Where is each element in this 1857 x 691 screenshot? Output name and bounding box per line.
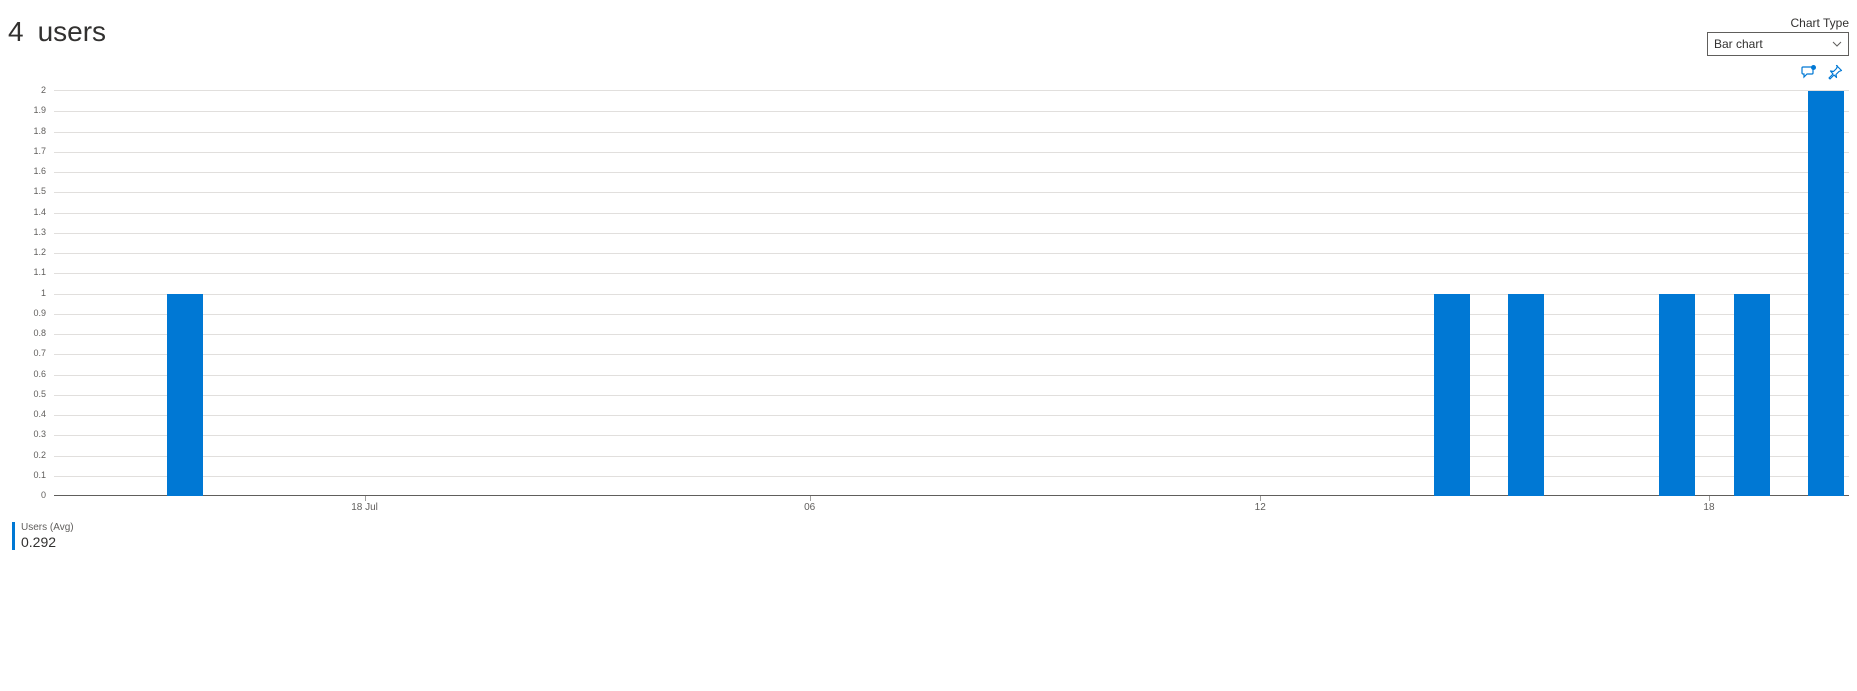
y-tick-label: 1.6 [33,166,46,176]
x-tick-mark [1260,496,1261,501]
y-tick-label: 1.2 [33,247,46,257]
legend-series-value: 0.292 [21,534,74,551]
y-tick-label: 0.7 [33,348,46,358]
y-tick-label: 0.1 [33,470,46,480]
gridline [54,354,1849,355]
x-tick-mark [810,496,811,501]
y-tick-label: 0 [41,490,46,500]
gridline [54,415,1849,416]
gridline [54,253,1849,254]
y-tick-label: 1.4 [33,207,46,217]
chart-bar[interactable] [1434,294,1470,497]
page-title: 4 users [8,16,106,48]
comment-icon[interactable] [1801,64,1817,80]
y-tick-label: 1.3 [33,227,46,237]
gridline [54,132,1849,133]
chart-type-select[interactable]: Bar chart [1707,32,1849,56]
gridline [54,395,1849,396]
gridline [54,233,1849,234]
y-tick-label: 0.6 [33,369,46,379]
x-axis: 18 Jul 06 12 18 [54,496,1849,518]
gridline [54,435,1849,436]
gridline [54,334,1849,335]
chart-bar[interactable] [1659,294,1695,497]
gridline [54,476,1849,477]
y-tick-label: 1.9 [33,105,46,115]
gridline [54,111,1849,112]
chart-bar[interactable] [1808,91,1844,496]
chart-bar[interactable] [1734,294,1770,497]
y-tick-label: 1 [41,288,46,298]
y-tick-label: 1.1 [33,267,46,277]
y-tick-label: 0.5 [33,389,46,399]
plot-area[interactable] [54,90,1849,496]
x-tick-label: 12 [1255,502,1266,513]
gridline [54,273,1849,274]
y-tick-label: 2 [41,85,46,95]
gridline [54,172,1849,173]
gridline [54,456,1849,457]
legend-series-name: Users (Avg) [21,522,74,534]
chevron-down-icon [1832,39,1842,49]
y-tick-label: 0.2 [33,450,46,460]
y-tick-label: 0.3 [33,429,46,439]
user-label: users [38,16,106,48]
gridline [54,294,1849,295]
y-tick-label: 1.7 [33,146,46,156]
x-tick-label: 06 [804,502,815,513]
x-tick-mark [1709,496,1710,501]
x-tick-mark [365,496,366,501]
legend-swatch [12,522,15,550]
user-count: 4 [8,16,24,48]
gridline [54,314,1849,315]
y-tick-label: 1.5 [33,186,46,196]
gridline [54,213,1849,214]
legend: Users (Avg) 0.292 [12,522,1857,551]
x-tick-label: 18 [1703,502,1714,513]
pin-icon[interactable] [1827,64,1843,80]
y-tick-label: 0.8 [33,328,46,338]
gridline [54,375,1849,376]
y-tick-label: 0.9 [33,308,46,318]
gridline [54,152,1849,153]
y-axis: 00.10.20.30.40.50.60.70.80.911.11.21.31.… [8,90,50,495]
y-tick-label: 0.4 [33,409,46,419]
chart-type-value: Bar chart [1714,37,1763,51]
chart-bar[interactable] [167,294,203,497]
chart-bar[interactable] [1508,294,1544,497]
chart: 0 0.1 0.2 0.3 0.4 0.5 0.6 0.7 0.8 0.9 1 1.1 1.2 1.3 1.… [8,90,1849,518]
gridline [54,192,1849,193]
x-tick-label: 18 Jul [351,502,378,513]
chart-type-label: Chart Type [1791,16,1849,30]
y-tick-label: 1.8 [33,126,46,136]
